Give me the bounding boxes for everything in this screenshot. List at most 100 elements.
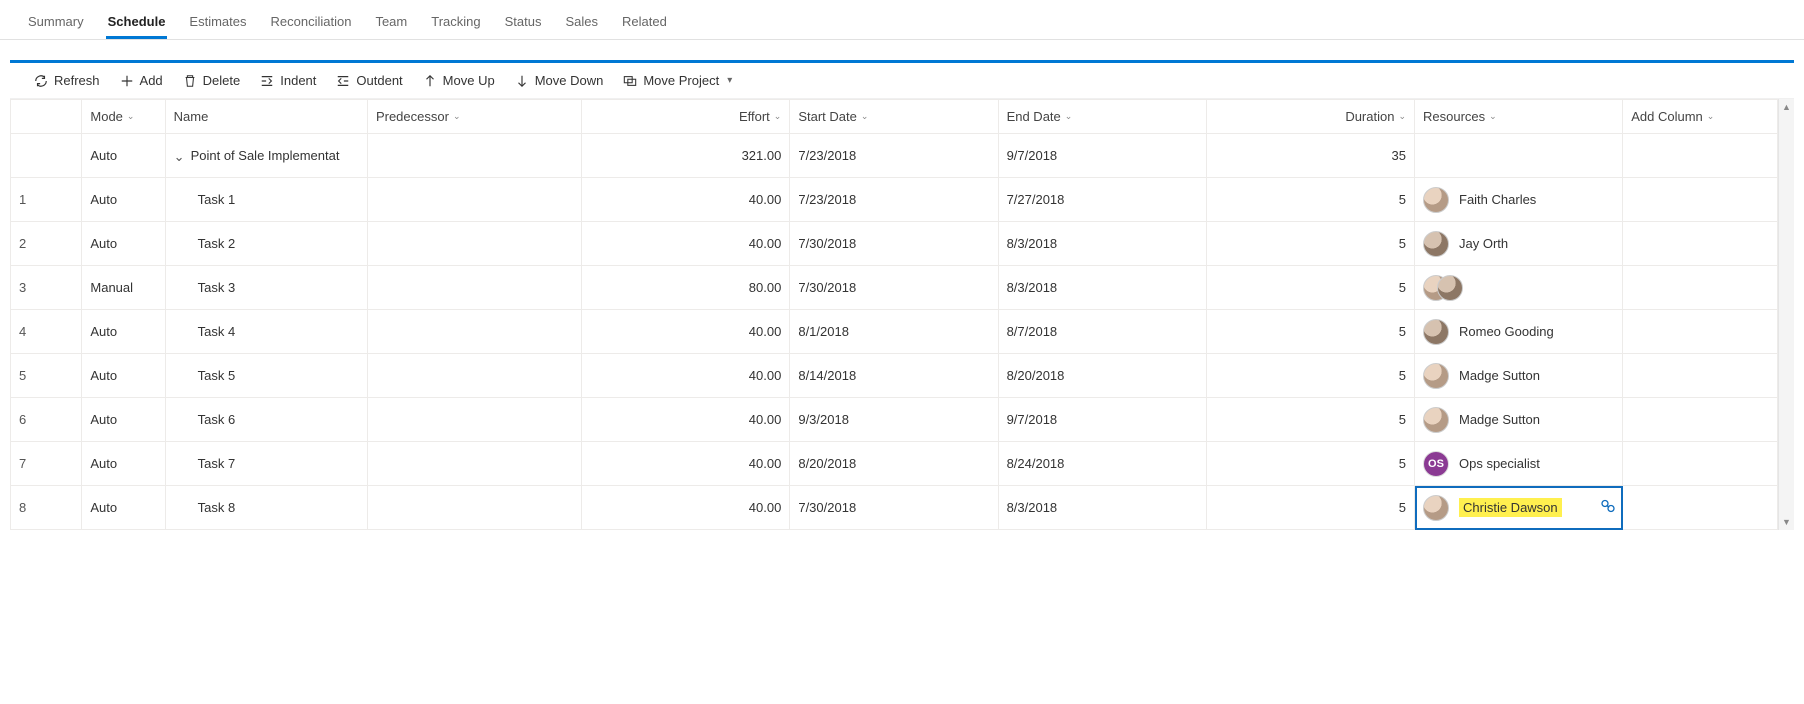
cell-resources[interactable]: Faith Charles xyxy=(1415,178,1623,222)
cell-enddate[interactable]: 8/7/2018 xyxy=(998,310,1206,354)
col-duration[interactable]: Duration⌄ xyxy=(1206,100,1414,134)
cell-mode[interactable]: Auto xyxy=(82,310,165,354)
lookup-icon[interactable] xyxy=(1600,498,1616,517)
table-row[interactable]: 4AutoTask 440.008/1/20188/7/20185Romeo G… xyxy=(11,310,1778,354)
moveup-button[interactable]: Move Up xyxy=(423,73,495,88)
cell-startdate[interactable]: 8/20/2018 xyxy=(790,442,998,486)
tab-estimates[interactable]: Estimates xyxy=(177,14,258,39)
summary-row[interactable]: Auto⌄Point of Sale Implementat321.007/23… xyxy=(11,134,1778,178)
cell-effort[interactable]: 40.00 xyxy=(582,178,790,222)
add-button[interactable]: Add xyxy=(120,73,163,88)
cell-duration[interactable]: 5 xyxy=(1206,266,1414,310)
cell-startdate[interactable]: 8/14/2018 xyxy=(790,354,998,398)
table-row[interactable]: 5AutoTask 540.008/14/20188/20/20185Madge… xyxy=(11,354,1778,398)
cell-resources[interactable]: Christie Dawson xyxy=(1415,486,1623,530)
cell-resources[interactable]: Romeo Gooding xyxy=(1415,310,1623,354)
cell-resources[interactable] xyxy=(1415,266,1623,310)
cell-enddate[interactable]: 8/3/2018 xyxy=(998,266,1206,310)
cell-enddate[interactable]: 7/27/2018 xyxy=(998,178,1206,222)
cell-predecessor[interactable] xyxy=(367,442,581,486)
cell-name[interactable]: Task 5 xyxy=(165,354,367,398)
cell-enddate[interactable]: 8/3/2018 xyxy=(998,222,1206,266)
col-resources[interactable]: Resources⌄ xyxy=(1415,100,1623,134)
cell-duration[interactable]: 5 xyxy=(1206,442,1414,486)
cell-effort[interactable]: 80.00 xyxy=(582,266,790,310)
cell-predecessor[interactable] xyxy=(367,398,581,442)
cell-effort[interactable]: 40.00 xyxy=(582,486,790,530)
cell-name[interactable]: Task 4 xyxy=(165,310,367,354)
tab-team[interactable]: Team xyxy=(363,14,419,39)
indent-button[interactable]: Indent xyxy=(260,73,316,88)
cell-mode[interactable]: Auto xyxy=(82,442,165,486)
cell-name[interactable]: Task 8 xyxy=(165,486,367,530)
table-row[interactable]: 2AutoTask 240.007/30/20188/3/20185Jay Or… xyxy=(11,222,1778,266)
cell-duration[interactable]: 5 xyxy=(1206,178,1414,222)
cell-enddate[interactable]: 8/24/2018 xyxy=(998,442,1206,486)
vertical-scrollbar[interactable]: ▲ ▼ xyxy=(1778,99,1794,530)
moveproject-button[interactable]: Move Project ▾ xyxy=(623,73,732,88)
cell-effort[interactable]: 321.00 xyxy=(582,134,790,178)
cell-resources[interactable] xyxy=(1415,134,1623,178)
table-row[interactable]: 1AutoTask 140.007/23/20187/27/20185Faith… xyxy=(11,178,1778,222)
table-row[interactable]: 8AutoTask 840.007/30/20188/3/20185Christ… xyxy=(11,486,1778,530)
tab-status[interactable]: Status xyxy=(493,14,554,39)
cell-predecessor[interactable] xyxy=(367,310,581,354)
tab-related[interactable]: Related xyxy=(610,14,679,39)
collapse-icon[interactable]: ⌄ xyxy=(174,149,185,165)
tab-tracking[interactable]: Tracking xyxy=(419,14,492,39)
cell-resources[interactable]: Madge Sutton xyxy=(1415,354,1623,398)
cell-mode[interactable]: Auto xyxy=(82,354,165,398)
cell-duration[interactable]: 5 xyxy=(1206,222,1414,266)
cell-effort[interactable]: 40.00 xyxy=(582,354,790,398)
cell-predecessor[interactable] xyxy=(367,134,581,178)
cell-effort[interactable]: 40.00 xyxy=(582,222,790,266)
cell-resources[interactable]: Jay Orth xyxy=(1415,222,1623,266)
cell-predecessor[interactable] xyxy=(367,178,581,222)
cell-name[interactable]: Task 7 xyxy=(165,442,367,486)
col-startdate[interactable]: Start Date⌄ xyxy=(790,100,998,134)
cell-predecessor[interactable] xyxy=(367,222,581,266)
cell-startdate[interactable]: 7/30/2018 xyxy=(790,266,998,310)
cell-enddate[interactable]: 8/3/2018 xyxy=(998,486,1206,530)
cell-duration[interactable]: 5 xyxy=(1206,398,1414,442)
cell-resources[interactable]: OSOps specialist xyxy=(1415,442,1623,486)
col-addcolumn[interactable]: Add Column⌄ xyxy=(1623,100,1778,134)
delete-button[interactable]: Delete xyxy=(183,73,241,88)
table-row[interactable]: 3ManualTask 380.007/30/20188/3/20185 xyxy=(11,266,1778,310)
cell-startdate[interactable]: 7/23/2018 xyxy=(790,134,998,178)
scroll-down-icon[interactable]: ▼ xyxy=(1779,514,1794,530)
col-name[interactable]: Name xyxy=(165,100,367,134)
cell-startdate[interactable]: 7/30/2018 xyxy=(790,486,998,530)
col-effort[interactable]: Effort⌄ xyxy=(582,100,790,134)
cell-name[interactable]: Task 3 xyxy=(165,266,367,310)
col-enddate[interactable]: End Date⌄ xyxy=(998,100,1206,134)
cell-duration[interactable]: 35 xyxy=(1206,134,1414,178)
tab-reconciliation[interactable]: Reconciliation xyxy=(259,14,364,39)
cell-name[interactable]: ⌄Point of Sale Implementat xyxy=(165,134,367,178)
cell-startdate[interactable]: 9/3/2018 xyxy=(790,398,998,442)
cell-name[interactable]: Task 2 xyxy=(165,222,367,266)
cell-predecessor[interactable] xyxy=(367,266,581,310)
cell-duration[interactable]: 5 xyxy=(1206,486,1414,530)
table-row[interactable]: 6AutoTask 640.009/3/20189/7/20185Madge S… xyxy=(11,398,1778,442)
col-rownumber[interactable] xyxy=(11,100,82,134)
tab-sales[interactable]: Sales xyxy=(553,14,610,39)
col-predecessor[interactable]: Predecessor⌄ xyxy=(367,100,581,134)
movedown-button[interactable]: Move Down xyxy=(515,73,604,88)
cell-effort[interactable]: 40.00 xyxy=(582,442,790,486)
cell-duration[interactable]: 5 xyxy=(1206,310,1414,354)
cell-effort[interactable]: 40.00 xyxy=(582,310,790,354)
col-mode[interactable]: Mode⌄ xyxy=(82,100,165,134)
cell-duration[interactable]: 5 xyxy=(1206,354,1414,398)
cell-mode[interactable]: Auto xyxy=(82,486,165,530)
cell-mode[interactable]: Auto xyxy=(82,398,165,442)
tab-summary[interactable]: Summary xyxy=(16,14,96,39)
cell-effort[interactable]: 40.00 xyxy=(582,398,790,442)
table-row[interactable]: 7AutoTask 740.008/20/20188/24/20185OSOps… xyxy=(11,442,1778,486)
cell-startdate[interactable]: 8/1/2018 xyxy=(790,310,998,354)
outdent-button[interactable]: Outdent xyxy=(336,73,402,88)
scroll-up-icon[interactable]: ▲ xyxy=(1779,99,1794,115)
cell-enddate[interactable]: 8/20/2018 xyxy=(998,354,1206,398)
cell-enddate[interactable]: 9/7/2018 xyxy=(998,398,1206,442)
cell-enddate[interactable]: 9/7/2018 xyxy=(998,134,1206,178)
